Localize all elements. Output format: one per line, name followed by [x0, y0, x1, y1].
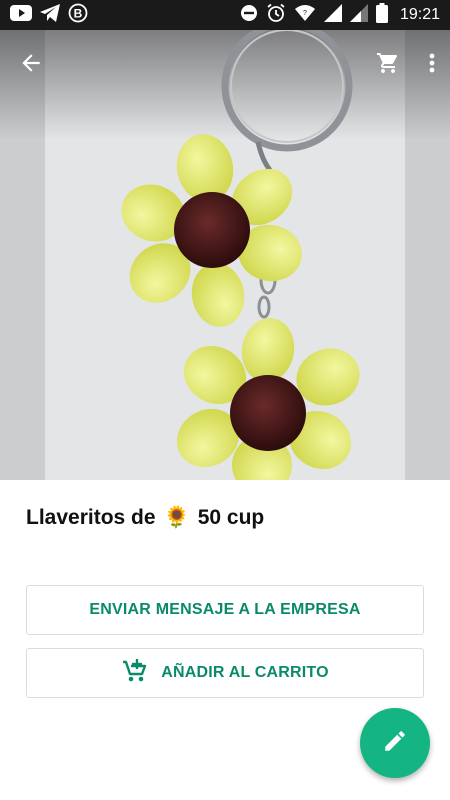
svg-text:B: B: [74, 6, 83, 20]
svg-text:?: ?: [303, 10, 307, 17]
youtube-icon: [10, 4, 32, 26]
more-vert-icon[interactable]: [428, 51, 436, 80]
status-bar: B ? 19:21: [0, 0, 450, 30]
arrow-back-icon[interactable]: [18, 50, 44, 81]
do-not-disturb-icon: [240, 4, 258, 27]
status-bar-left: B: [10, 3, 88, 28]
send-message-button[interactable]: ENVIAR MENSAJE A LA EMPRESA: [26, 585, 424, 635]
product-price: 50 cup: [197, 506, 265, 529]
cart-icon[interactable]: [376, 51, 400, 80]
signal-icon: [323, 3, 342, 27]
product-title: Llaveritos de 🌻 50 cup: [26, 506, 264, 530]
edit-fab-button[interactable]: [360, 708, 430, 778]
product-name: Llaveritos de: [26, 506, 156, 529]
battery-icon: [375, 2, 388, 28]
b-badge-icon: B: [68, 3, 88, 28]
telegram-icon: [40, 3, 60, 27]
wifi-icon: ?: [294, 4, 316, 27]
status-bar-right: ? 19:21: [240, 2, 440, 28]
add-to-cart-button[interactable]: AÑADIR AL CARRITO: [26, 648, 424, 698]
top-app-bar: [0, 30, 450, 100]
add-cart-icon: [121, 658, 149, 689]
add-cart-label: AÑADIR AL CARRITO: [161, 664, 329, 681]
alarm-icon: [266, 3, 286, 28]
sunflower-emoji: 🌻: [163, 506, 190, 529]
send-message-label: ENVIAR MENSAJE A LA EMPRESA: [89, 601, 361, 618]
signal-icon: [349, 3, 368, 27]
edit-pencil-icon: [382, 728, 408, 759]
top-bar-actions: [376, 51, 436, 80]
status-time: 19:21: [399, 6, 440, 23]
